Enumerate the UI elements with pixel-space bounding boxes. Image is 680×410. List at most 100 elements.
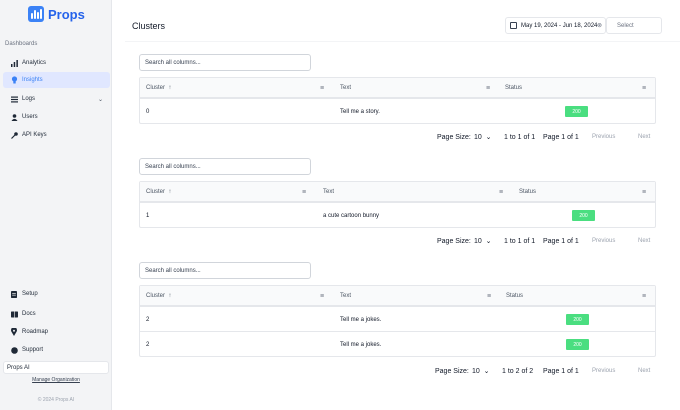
column-menu-icon[interactable]: ≡ bbox=[642, 182, 646, 202]
brand-name: Props bbox=[48, 6, 85, 22]
table-row[interactable]: 2 Tell me a jokes. 200 bbox=[140, 306, 655, 331]
cell-text: Tell me a jokes. bbox=[340, 316, 382, 323]
sidebar-item-insights[interactable]: Insights bbox=[3, 72, 110, 88]
column-menu-icon[interactable]: ≡ bbox=[320, 286, 324, 306]
cell-text: a cute cartoon bunny bbox=[323, 212, 380, 219]
brand-logo[interactable]: Props bbox=[28, 6, 85, 22]
previous-button[interactable]: Previous bbox=[592, 130, 615, 144]
sidebar: Props Dashboards Analytics Insights Logs… bbox=[0, 0, 112, 410]
page-range: 1 to 1 of 1 bbox=[504, 133, 536, 141]
sidebar-item-support[interactable]: Support bbox=[3, 342, 110, 358]
column-menu-icon[interactable]: ≡ bbox=[486, 78, 490, 98]
chevron-down-icon[interactable]: ⌄ bbox=[98, 96, 103, 103]
column-header-cluster[interactable]: Cluster ↑ bbox=[146, 78, 171, 98]
status-badge: 200 bbox=[565, 106, 588, 117]
cell-status: 200 bbox=[572, 203, 595, 228]
page-size-select[interactable]: 10 ⌄ bbox=[474, 130, 492, 144]
sidebar-item-api-keys[interactable]: API Keys bbox=[3, 127, 110, 143]
search-input[interactable]: Search all columns... bbox=[139, 54, 311, 71]
sidebar-item-roadmap[interactable]: Roadmap bbox=[3, 324, 110, 340]
column-menu-icon[interactable]: ≡ bbox=[320, 78, 324, 98]
cell-cluster: 2 bbox=[146, 341, 150, 348]
props-logo-icon bbox=[28, 6, 44, 22]
sort-asc-icon: ↑ bbox=[168, 189, 172, 195]
cell-text: Tell me a story. bbox=[340, 108, 380, 115]
page-title: Clusters bbox=[132, 21, 166, 31]
column-menu-icon[interactable]: ≡ bbox=[499, 182, 503, 202]
page-size-select[interactable]: 10 ⌄ bbox=[474, 234, 492, 248]
sidebar-item-label: Analytics bbox=[22, 60, 47, 66]
sidebar-item-setup[interactable]: Setup bbox=[3, 286, 110, 302]
clear-date-icon[interactable]: ⊗ bbox=[597, 22, 602, 29]
cell-status: 200 bbox=[566, 332, 589, 357]
sidebar-item-logs[interactable]: Logs ⌄ bbox=[3, 91, 110, 107]
cell-cluster: 1 bbox=[146, 212, 150, 219]
status-badge: 200 bbox=[566, 339, 589, 350]
column-header-text[interactable]: Text bbox=[340, 78, 351, 98]
key-icon bbox=[10, 131, 18, 139]
sidebar-item-docs[interactable]: Docs bbox=[3, 306, 110, 322]
section-label-dashboards: Dashboards bbox=[5, 41, 38, 47]
organization-select-value: Props AI bbox=[7, 364, 30, 371]
table-header: Cluster ↑ ≡ Text ≡ Status ≡ bbox=[140, 182, 655, 202]
document-icon bbox=[10, 290, 18, 298]
search-input[interactable]: Search all columns... bbox=[139, 262, 311, 279]
previous-button[interactable]: Previous bbox=[592, 364, 615, 378]
sidebar-item-label: Users bbox=[22, 114, 38, 120]
page-size-select[interactable]: 10 ⌄ bbox=[472, 364, 490, 378]
sidebar-item-label: Logs bbox=[22, 96, 36, 102]
lightbulb-icon bbox=[10, 76, 18, 84]
cell-cluster: 2 bbox=[146, 316, 150, 323]
sidebar-item-label: API Keys bbox=[22, 132, 47, 138]
search-placeholder: Search all columns... bbox=[145, 267, 201, 274]
select-dropdown[interactable]: Select bbox=[606, 17, 662, 34]
header-divider bbox=[125, 41, 680, 42]
previous-button[interactable]: Previous bbox=[592, 234, 615, 248]
page-indicator: Page 1 of 1 bbox=[543, 237, 579, 245]
next-button[interactable]: Next bbox=[638, 234, 650, 248]
page-size-label: Page Size: bbox=[437, 237, 471, 245]
search-input[interactable]: Search all columns... bbox=[139, 158, 311, 175]
cell-status: 200 bbox=[565, 99, 588, 124]
page-range: 1 to 1 of 1 bbox=[504, 237, 536, 245]
table-row[interactable]: 1 a cute cartoon bunny 200 bbox=[140, 202, 655, 227]
sidebar-item-label: Roadmap bbox=[22, 329, 49, 335]
column-header-status[interactable]: Status bbox=[505, 78, 522, 98]
page-range: 1 to 2 of 2 bbox=[502, 367, 534, 375]
page-size-label: Page Size: bbox=[437, 133, 471, 141]
date-range-picker[interactable]: May 19, 2024 - Jun 18, 2024 ⊗ bbox=[505, 17, 606, 34]
copyright-text: © 2024 Props AI bbox=[37, 397, 75, 403]
page-indicator: Page 1 of 1 bbox=[543, 133, 579, 141]
sidebar-item-analytics[interactable]: Analytics bbox=[3, 55, 110, 71]
manage-organization-link[interactable]: Manage Organization bbox=[0, 377, 112, 383]
next-button[interactable]: Next bbox=[638, 130, 650, 144]
column-header-text[interactable]: Text bbox=[323, 182, 334, 202]
column-header-cluster[interactable]: Cluster ↑ bbox=[146, 182, 171, 202]
column-menu-icon[interactable]: ≡ bbox=[487, 286, 491, 306]
column-header-status[interactable]: Status bbox=[519, 182, 536, 202]
sidebar-item-users[interactable]: Users bbox=[3, 109, 110, 125]
map-pin-icon bbox=[10, 328, 18, 336]
sidebar-item-label: Docs bbox=[22, 311, 36, 317]
sidebar-item-label: Support bbox=[22, 347, 44, 353]
column-header-text[interactable]: Text bbox=[340, 286, 351, 306]
help-icon bbox=[10, 346, 18, 354]
pagination: Page Size: 10 ⌄ 1 to 1 of 1 Page 1 of 1 … bbox=[437, 130, 657, 144]
column-header-cluster[interactable]: Cluster ↑ bbox=[146, 286, 171, 306]
table-row[interactable]: 2 Tell me a jokes. 200 bbox=[140, 331, 655, 356]
user-icon bbox=[10, 113, 18, 121]
table-row[interactable]: 0 Tell me a story. 200 bbox=[140, 98, 655, 123]
column-menu-icon[interactable]: ≡ bbox=[302, 182, 306, 202]
column-header-status[interactable]: Status bbox=[506, 286, 523, 306]
page-size-label: Page Size: bbox=[435, 367, 469, 375]
organization-select[interactable]: Props AI bbox=[3, 361, 109, 374]
book-icon bbox=[10, 310, 18, 318]
column-menu-icon[interactable]: ≡ bbox=[642, 286, 646, 306]
status-badge: 200 bbox=[566, 314, 589, 325]
cell-text: Tell me a jokes. bbox=[340, 341, 382, 348]
next-button[interactable]: Next bbox=[638, 364, 650, 378]
column-menu-icon[interactable]: ≡ bbox=[642, 78, 646, 98]
table-header: Cluster ↑ ≡ Text ≡ Status ≡ bbox=[140, 286, 655, 306]
search-placeholder: Search all columns... bbox=[145, 59, 201, 66]
sidebar-item-label: Setup bbox=[22, 291, 38, 297]
